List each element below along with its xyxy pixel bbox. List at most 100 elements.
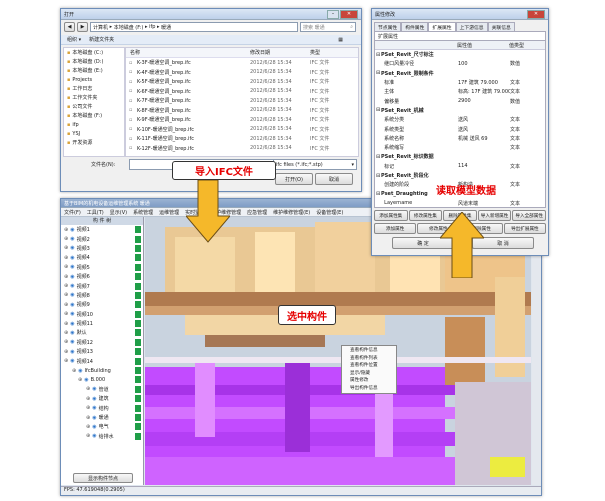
tree-item[interactable]: ⊕ ◉ 暖通 xyxy=(61,413,143,422)
visibility-icon[interactable]: ◉ xyxy=(70,236,74,242)
property-set-row[interactable]: ⊟ PSet_Revit_机械 xyxy=(375,106,545,115)
expand-icon[interactable]: ⊕ xyxy=(64,339,68,345)
tree-item[interactable]: ⊕ ◉ 视频11 xyxy=(61,319,143,328)
nav-item[interactable]: ▪ 公司文件 xyxy=(64,102,124,111)
file-type-select[interactable]: ifc files (*.ifc;*.stp) ▾ xyxy=(273,159,357,170)
nav-item[interactable]: ▪ YSJ xyxy=(64,129,124,138)
tree-item[interactable]: ⊕ ◉ 视频1 xyxy=(61,225,143,234)
tree-item[interactable]: ⊕ ◉ B.000 xyxy=(61,375,143,384)
close-button[interactable]: ✕ xyxy=(340,9,358,19)
property-set-row[interactable]: ⊟ PSet_Revit_尺寸标注 xyxy=(375,50,545,59)
props-tab[interactable]: 上下游信息 xyxy=(455,22,488,31)
file-row[interactable]: ▫ K-4F-暖通空调_brep.ifc 2012/6/28 15:34 IFC 文件 xyxy=(126,68,358,78)
property-set-row[interactable]: ⊟ PSet_Revit_限制条件 xyxy=(375,69,545,78)
address-bar[interactable]: 计算机 ▸ 本地磁盘 (F:) ▸ ifp ▸ 暖通 xyxy=(90,22,298,32)
context-menu-item[interactable]: 属性修改 xyxy=(342,377,396,385)
tree-item[interactable]: ⊕ ◉ 视频4 xyxy=(61,253,143,262)
cancel-button[interactable]: 取消 xyxy=(315,173,353,185)
property-set-button[interactable]: 导入全部属性 xyxy=(512,210,546,221)
expand-icon[interactable]: ⊕ xyxy=(64,255,68,261)
property-row[interactable]: 偏移量 2900 数值 xyxy=(375,96,545,105)
menu-item[interactable]: 文件(F) xyxy=(64,209,81,216)
nav-item[interactable]: ▪ 本地磁盘 (D:) xyxy=(64,57,124,66)
property-set-row[interactable]: ⊟ PSet_Revit_阶段化 xyxy=(375,171,545,180)
breadcrumb-3[interactable]: 暖通 xyxy=(161,24,171,31)
props-tab[interactable]: 关联信息 xyxy=(487,22,515,31)
tree-item[interactable]: ⊕ ◉ 建筑 xyxy=(61,394,143,403)
visibility-icon[interactable]: ◉ xyxy=(70,311,74,317)
expand-icon[interactable]: ⊕ xyxy=(64,236,68,242)
expand-icon[interactable]: ⊕ xyxy=(86,424,90,430)
tree-item[interactable]: ⊕ ◉ 视频3 xyxy=(61,244,143,253)
expand-icon[interactable]: ⊕ xyxy=(64,330,68,336)
expand-icon[interactable]: ⊕ xyxy=(64,227,68,233)
tree-item[interactable]: ⊕ ◉ 视频14 xyxy=(61,356,143,365)
visibility-icon[interactable]: ◉ xyxy=(84,377,88,383)
file-row[interactable]: ▫ K-7F-暖通空调_brep.ifc 2012/6/28 15:34 IFC 文件 xyxy=(126,96,358,106)
property-row[interactable]: Layername 风道末端 文本 xyxy=(375,199,545,207)
expand-icon[interactable]: ⊕ xyxy=(86,386,90,392)
menu-item[interactable]: 工具(T) xyxy=(87,209,104,216)
nav-item[interactable]: ▪ Projects xyxy=(64,75,124,84)
context-menu-item[interactable]: 查看构件信息 xyxy=(342,347,396,355)
open-button[interactable]: 打开(O) xyxy=(275,173,313,185)
visibility-icon[interactable]: ◉ xyxy=(92,386,96,392)
expand-icon[interactable]: ⊕ xyxy=(86,415,90,421)
expand-icon[interactable]: ⊕ xyxy=(64,292,68,298)
visibility-icon[interactable]: ◉ xyxy=(70,302,74,308)
file-row[interactable]: ▫ K-10F-暖通空调_brep.ifc 2012/6/28 15:34 IFC 文… xyxy=(126,125,358,135)
forward-button[interactable]: ▶ xyxy=(77,22,88,32)
visibility-icon[interactable]: ◉ xyxy=(70,255,74,261)
expand-icon[interactable]: ⊕ xyxy=(64,264,68,270)
context-menu-item[interactable]: 显示/隐藏 xyxy=(342,370,396,378)
property-button[interactable]: 导出扩展属性 xyxy=(503,223,546,234)
visibility-icon[interactable]: ◉ xyxy=(70,227,74,233)
props-tab[interactable]: 扩展属性 xyxy=(428,22,456,31)
file-row[interactable]: ▫ K-3F-暖通空调_brep.ifc 2012/6/28 15:34 IFC 文件 xyxy=(126,58,358,68)
property-set-row[interactable]: ⊟ PSet_Revit_标识数据 xyxy=(375,152,545,161)
visibility-icon[interactable]: ◉ xyxy=(70,274,74,280)
show-node-button[interactable]: 显示构件节点 xyxy=(73,473,133,483)
visibility-icon[interactable]: ◉ xyxy=(70,264,74,270)
file-row[interactable]: ▫ K-9F-暖通空调_brep.ifc 2012/6/28 15:34 IFC 文件 xyxy=(126,115,358,125)
file-row[interactable]: ▫ K-8F-暖通空调_brep.ifc 2012/6/28 15:34 IFC 文件 xyxy=(126,106,358,116)
tree-item[interactable]: ⊕ ◉ 结构 xyxy=(61,403,143,412)
visibility-icon[interactable]: ◉ xyxy=(78,368,82,374)
visibility-icon[interactable]: ◉ xyxy=(70,283,74,289)
expand-icon[interactable]: ⊕ xyxy=(86,405,90,411)
column-type[interactable]: 类型 xyxy=(310,49,320,56)
nav-item[interactable]: ▪ 工作文件夹 xyxy=(64,93,124,102)
tree-item[interactable]: ⊕ ◉ 视频7 xyxy=(61,281,143,290)
file-row[interactable]: ▫ K-12F-暖通空调_brep.ifc 2012/6/28 15:34 IFC 文… xyxy=(126,144,358,154)
menu-item[interactable]: 设备管理(E) xyxy=(316,209,343,216)
nav-item[interactable]: ▪ 本地磁盘 (C:) xyxy=(64,48,124,57)
visibility-icon[interactable]: ◉ xyxy=(70,358,74,364)
expand-icon[interactable]: ⊕ xyxy=(86,396,90,402)
property-row[interactable]: 系统分类 送风 文本 xyxy=(375,115,545,124)
expand-icon[interactable]: ⊕ xyxy=(64,245,68,251)
view-icon[interactable]: ▦ xyxy=(338,37,343,43)
context-menu-item[interactable]: 导出构件信息 xyxy=(342,385,396,393)
column-date[interactable]: 修改日期 xyxy=(250,49,310,56)
expand-icon[interactable]: ⊕ xyxy=(64,311,68,317)
visibility-icon[interactable]: ◉ xyxy=(70,321,74,327)
tree-item[interactable]: ⊕ ◉ 视频9 xyxy=(61,300,143,309)
property-button[interactable]: 添加属性 xyxy=(374,223,417,234)
visibility-icon[interactable]: ◉ xyxy=(92,415,96,421)
tree-item[interactable]: ⊕ ◉ 视频8 xyxy=(61,291,143,300)
props-tab[interactable]: 节点属性 xyxy=(374,22,402,31)
menu-item[interactable]: 维护维修管理(E) xyxy=(273,209,310,216)
nav-item[interactable]: ▪ 工作日志 xyxy=(64,84,124,93)
tree-item[interactable]: ⊕ ◉ 视频10 xyxy=(61,310,143,319)
search-input[interactable]: 搜索 暖通 ⌕ xyxy=(300,22,356,32)
expand-icon[interactable]: ⊕ xyxy=(86,433,90,439)
property-row[interactable]: 标记 114 文本 xyxy=(375,162,545,171)
breadcrumb-0[interactable]: 计算机 xyxy=(93,24,108,31)
visibility-icon[interactable]: ◉ xyxy=(92,405,96,411)
tree-item[interactable]: ⊕ ◉ IfcBuilding xyxy=(61,366,143,375)
breadcrumb-2[interactable]: ifp xyxy=(149,24,155,30)
visibility-icon[interactable]: ◉ xyxy=(70,292,74,298)
props-close-button[interactable]: ✕ xyxy=(527,9,545,19)
visibility-icon[interactable]: ◉ xyxy=(70,330,74,336)
organize-menu[interactable]: 组织 ▾ xyxy=(67,36,81,43)
